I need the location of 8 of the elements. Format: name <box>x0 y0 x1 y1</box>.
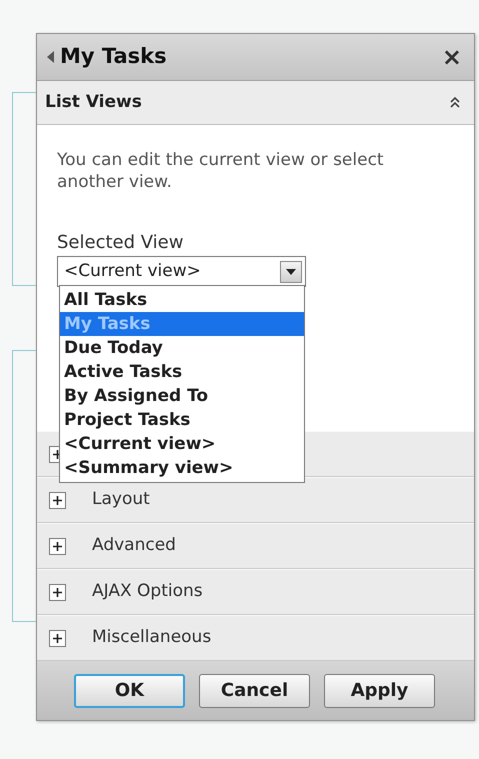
section-title: Advanced <box>92 534 176 558</box>
section-title: Layout <box>92 488 150 512</box>
section-title: Miscellaneous <box>92 626 212 650</box>
section-title: AJAX Options <box>92 580 203 604</box>
description-text: You can edit the current view or select another view. <box>57 149 385 194</box>
field-label: Selected View <box>57 231 184 256</box>
section-title: List Views <box>45 90 142 114</box>
pane-title: My Tasks <box>60 43 167 70</box>
